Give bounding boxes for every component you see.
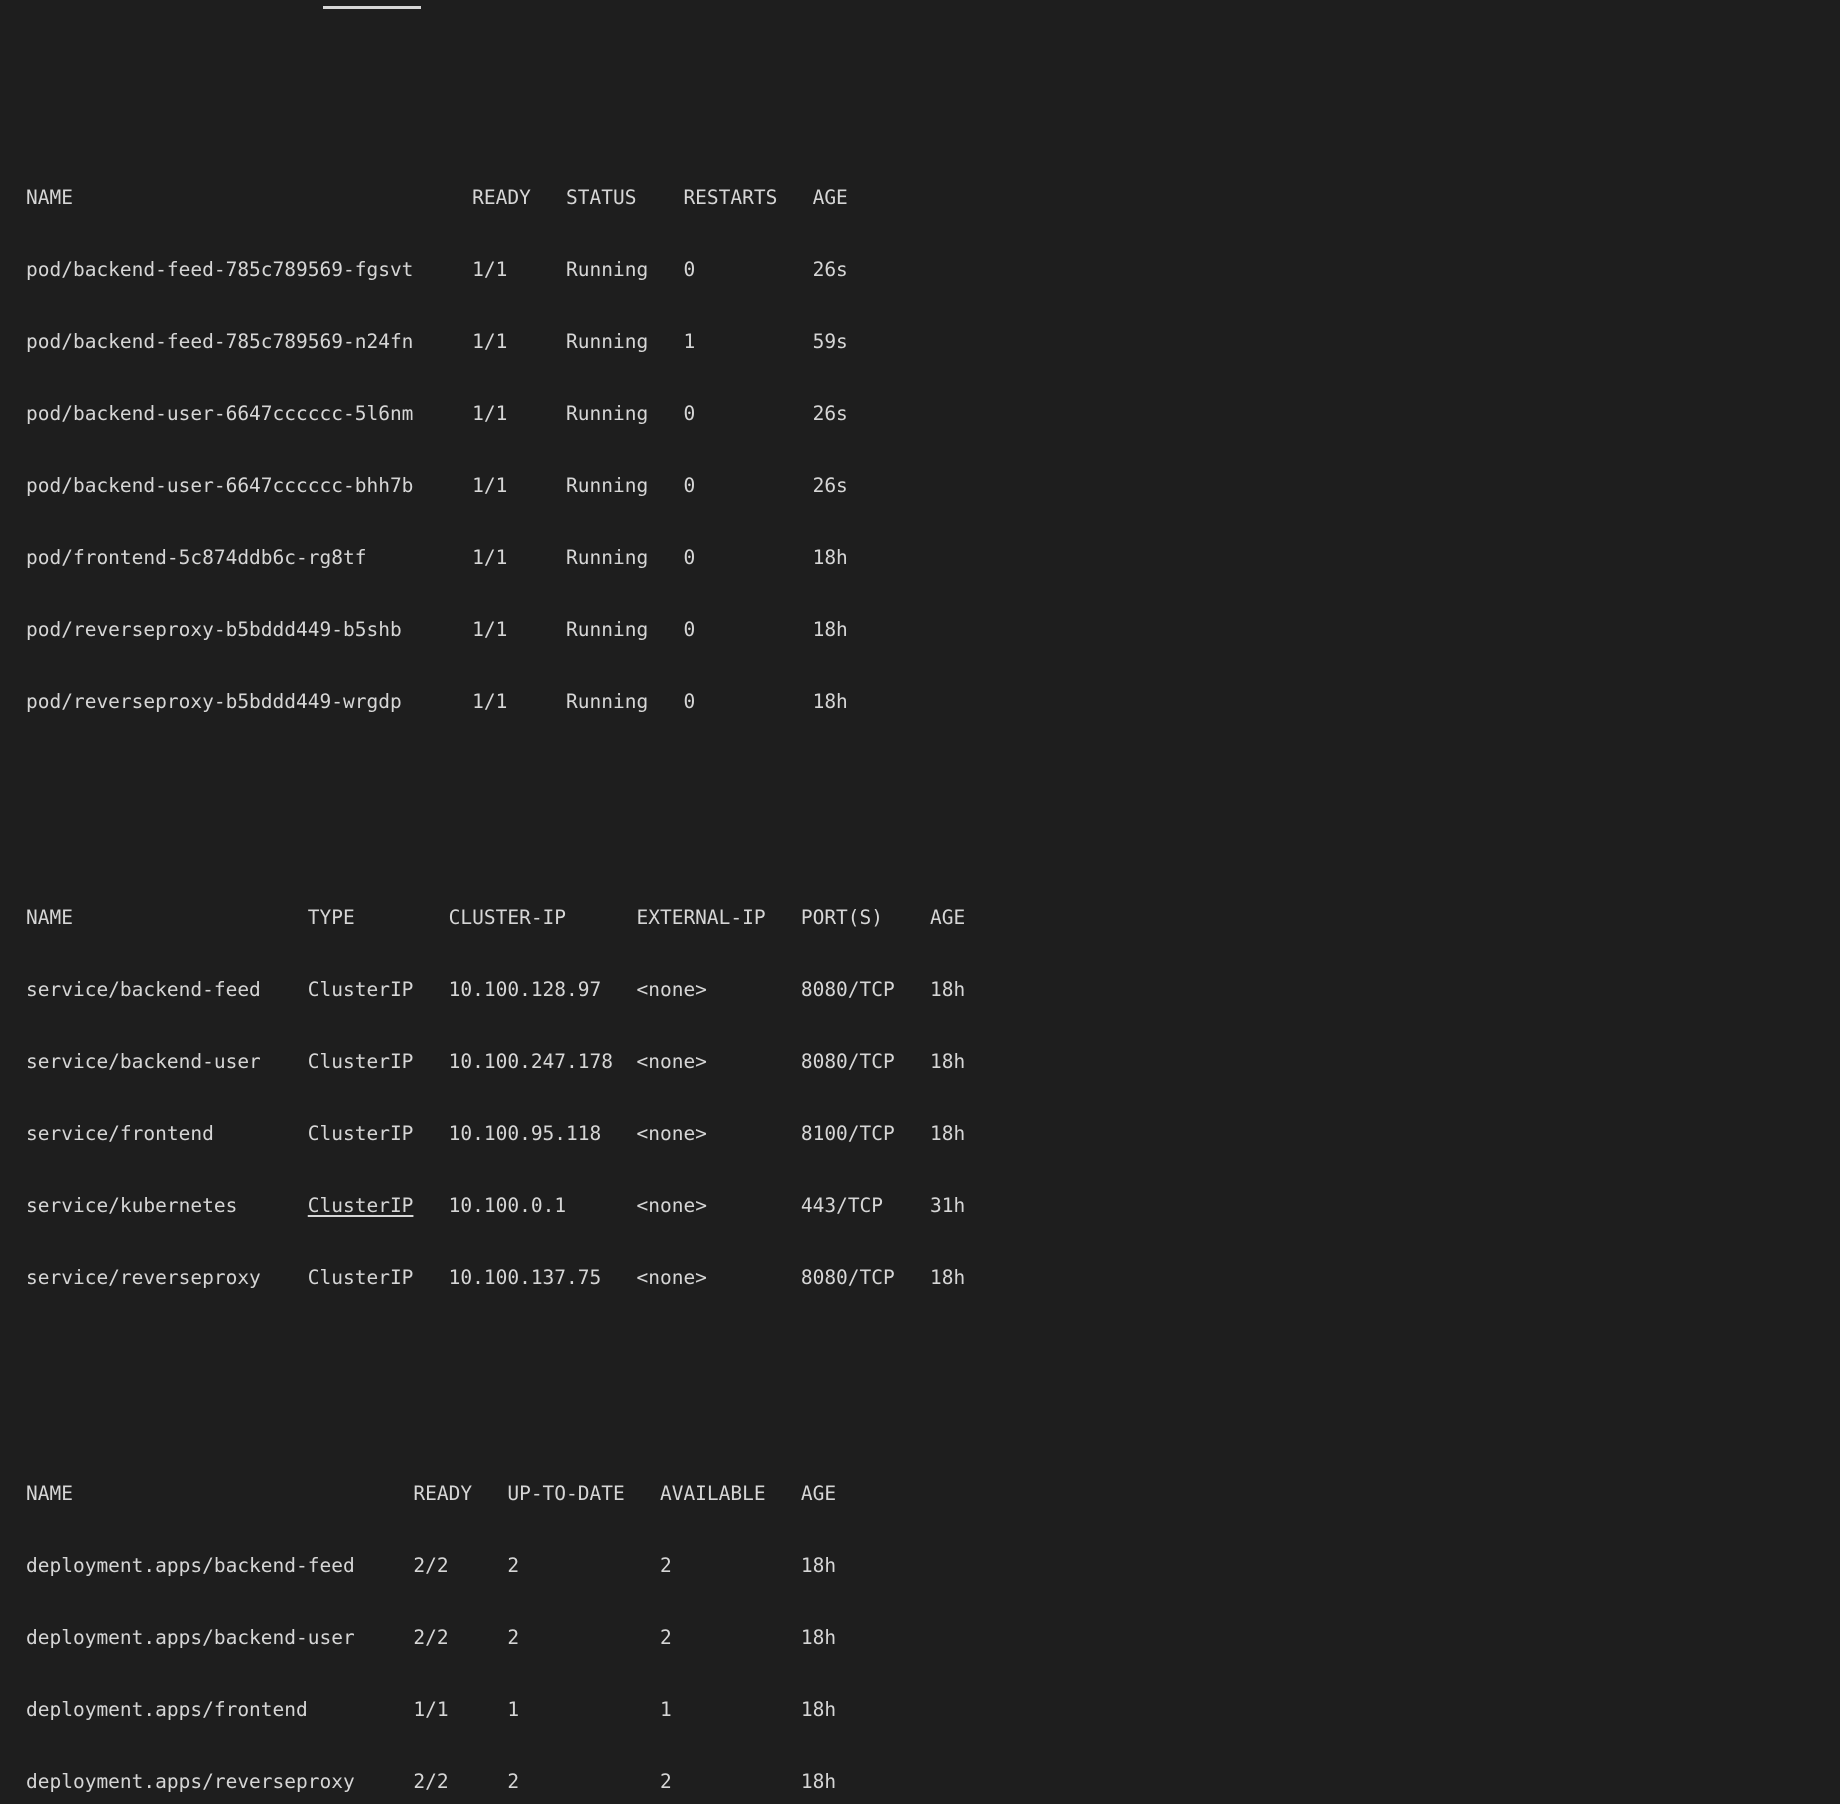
pods-table-header: NAME READY STATUS RESTARTS AGE bbox=[26, 186, 848, 209]
table-row: pod/backend-feed-785c789569-n24fn 1/1 Ru… bbox=[26, 330, 848, 353]
service-kubernetes-name: service/kubernetes bbox=[26, 1194, 308, 1217]
terminal-screen-buffer[interactable]: NAME READY STATUS RESTARTS AGE pod/backe… bbox=[26, 0, 1517, 1804]
table-row: deployment.apps/backend-feed 2/2 2 2 18h bbox=[26, 1554, 837, 1577]
service-kubernetes-type-underlined[interactable]: ClusterIP bbox=[308, 1194, 414, 1217]
table-row: pod/reverseproxy-b5bddd449-wrgdp 1/1 Run… bbox=[26, 690, 848, 713]
table-row: service/frontend ClusterIP 10.100.95.118… bbox=[26, 1122, 966, 1145]
table-row: pod/reverseproxy-b5bddd449-b5shb 1/1 Run… bbox=[26, 618, 848, 641]
terminal-window[interactable]: NAME READY STATUS RESTARTS AGE pod/backe… bbox=[0, 0, 1840, 1793]
table-row: deployment.apps/backend-user 2/2 2 2 18h bbox=[26, 1626, 837, 1649]
services-table-header: NAME TYPE CLUSTER-IP EXTERNAL-IP PORT(S)… bbox=[26, 906, 966, 929]
table-row: pod/backend-user-6647cccccc-5l6nm 1/1 Ru… bbox=[26, 402, 848, 425]
table-row: deployment.apps/frontend 1/1 1 1 18h bbox=[26, 1698, 837, 1721]
deployments-table-header: NAME READY UP-TO-DATE AVAILABLE AGE bbox=[26, 1482, 837, 1505]
table-row: service/backend-feed ClusterIP 10.100.12… bbox=[26, 978, 966, 1001]
table-row: deployment.apps/reverseproxy 2/2 2 2 18h bbox=[26, 1770, 837, 1793]
table-row-kubernetes: service/kubernetes ClusterIP 10.100.0.1 … bbox=[26, 1194, 1517, 1218]
table-row: pod/backend-feed-785c789569-fgsvt 1/1 Ru… bbox=[26, 258, 848, 281]
table-row: service/reverseproxy ClusterIP 10.100.13… bbox=[26, 1266, 966, 1289]
service-kubernetes-rest: 10.100.0.1 <none> 443/TCP 31h bbox=[413, 1194, 966, 1217]
table-row: service/backend-user ClusterIP 10.100.24… bbox=[26, 1050, 966, 1073]
table-row: pod/frontend-5c874ddb6c-rg8tf 1/1 Runnin… bbox=[26, 546, 848, 569]
table-row: pod/backend-user-6647cccccc-bhh7b 1/1 Ru… bbox=[26, 474, 848, 497]
